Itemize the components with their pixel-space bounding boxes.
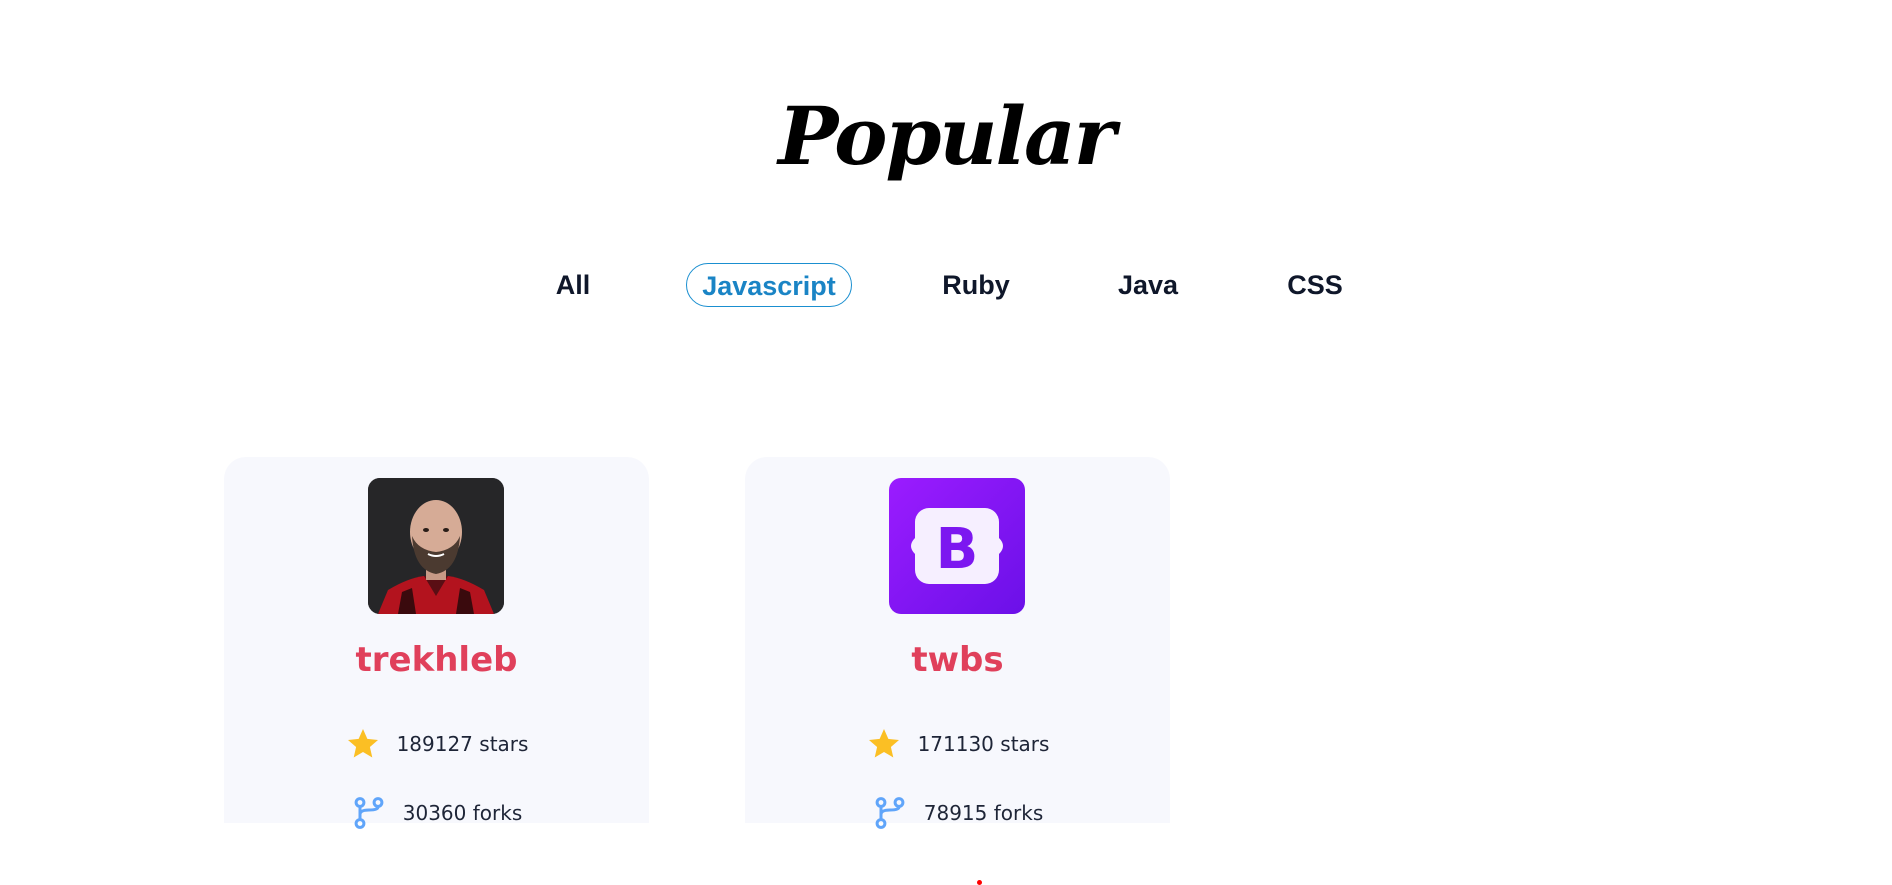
- repo-card: B twbs: [745, 457, 1170, 823]
- star-icon: [868, 729, 899, 758]
- stars-count: 171130 stars: [917, 732, 1050, 756]
- tab-ruby[interactable]: Ruby: [937, 263, 1015, 307]
- fork-icon: [354, 797, 384, 829]
- tab-css[interactable]: CSS: [1284, 263, 1346, 307]
- star-icon: [347, 729, 378, 758]
- forks-count: 30360 forks: [402, 801, 523, 825]
- forks-stat: 78915 forks: [745, 795, 1170, 831]
- avatar[interactable]: [368, 478, 504, 614]
- bootstrap-logo[interactable]: B: [889, 478, 1025, 614]
- tab-javascript[interactable]: Javascript: [686, 263, 852, 307]
- repo-card: trekhleb: [224, 457, 649, 823]
- forks-count: 78915 forks: [923, 801, 1044, 825]
- stars-stat: 189127 stars: [224, 726, 649, 762]
- tab-all[interactable]: All: [548, 263, 598, 307]
- repo-owner-link[interactable]: trekhleb: [224, 640, 649, 680]
- loading-dot: [977, 880, 982, 885]
- repo-owner-link[interactable]: twbs: [745, 640, 1170, 680]
- forks-stat: 30360 forks: [224, 795, 649, 831]
- tab-java[interactable]: Java: [1112, 263, 1184, 307]
- svg-text:B: B: [936, 517, 979, 582]
- page-title: Popular: [778, 88, 1116, 183]
- stars-count: 189127 stars: [396, 732, 529, 756]
- fork-icon: [875, 797, 905, 829]
- stars-stat: 171130 stars: [745, 726, 1170, 762]
